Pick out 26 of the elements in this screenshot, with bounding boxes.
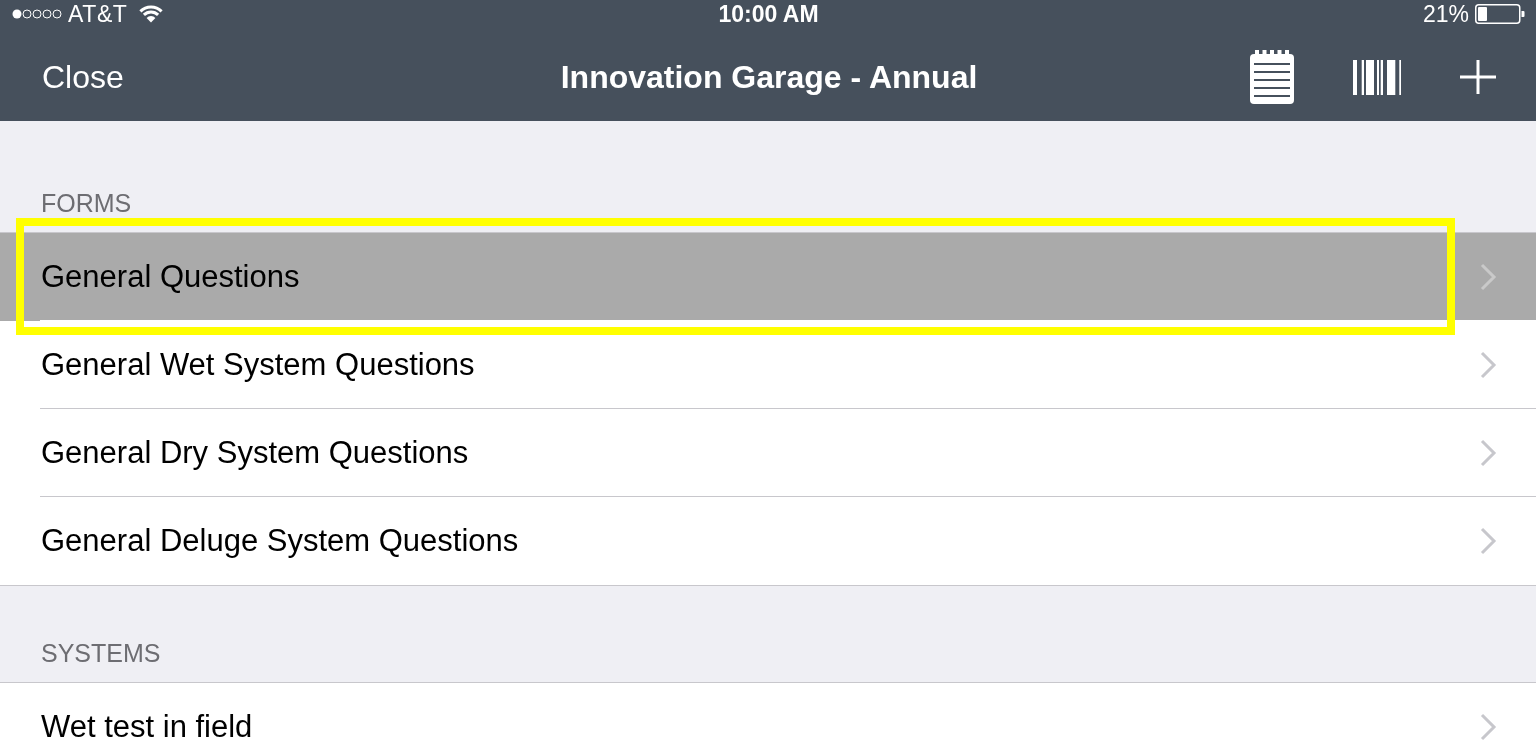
section-header: SYSTEMS [40, 638, 162, 669]
screen-title: Innovation Garage - Annual [560, 58, 978, 96]
chevron-icon [1479, 713, 1497, 741]
section-header: FORMS [40, 188, 133, 219]
close-button[interactable]: Close [42, 58, 124, 96]
list-row[interactable]: General Questions [0, 233, 1536, 321]
list-row[interactable]: Wet test in field [0, 683, 1536, 755]
signal-icon [12, 9, 62, 19]
list-row[interactable]: General Wet System Questions [0, 321, 1536, 409]
chevron-icon [1479, 527, 1497, 555]
wifi-icon [139, 5, 164, 23]
barcode-icon [1353, 59, 1401, 95]
chevron-icon [1479, 351, 1497, 379]
chevron-icon [1479, 439, 1497, 467]
list-row[interactable]: General Dry System Questions [0, 409, 1536, 497]
battery-icon [1475, 4, 1525, 24]
chevron-icon [1479, 263, 1497, 291]
notepad-icon [1250, 50, 1294, 104]
carrier-name: AT&T [68, 0, 128, 28]
notepad-button[interactable] [1250, 50, 1294, 104]
add-button[interactable] [1460, 60, 1496, 94]
battery-percent: 21% [1422, 0, 1469, 28]
clock-time: 10:00 AM [718, 0, 819, 28]
list-row[interactable]: General Deluge System Questions [0, 497, 1536, 585]
barcode-button[interactable] [1353, 59, 1401, 95]
plus-icon [1460, 60, 1496, 94]
